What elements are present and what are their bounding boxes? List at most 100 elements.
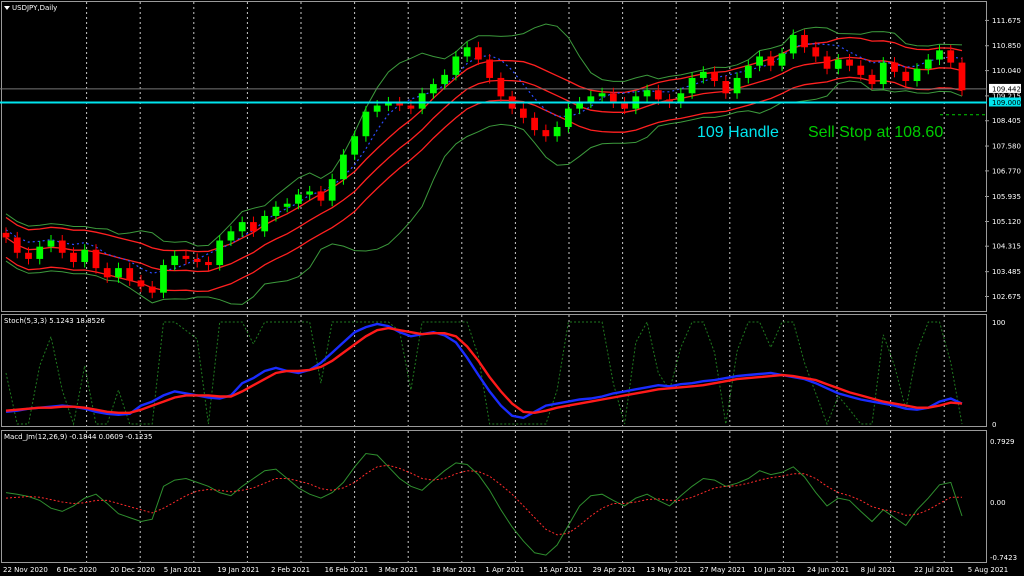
date-tick-label: 5 Aug 2021 <box>968 566 1008 574</box>
price-tick-label: 105.935 <box>992 193 1021 201</box>
candle-body <box>317 191 325 201</box>
candle-body <box>913 68 921 82</box>
macd-tick-label: -0.7423 <box>990 554 1017 562</box>
candle-body <box>553 127 561 137</box>
macd-tick-label: 0.7929 <box>990 438 1015 446</box>
date-tick-label: 20 Dec 2020 <box>110 566 155 574</box>
candle-body <box>340 154 347 180</box>
candle-body <box>744 65 752 78</box>
price-tick-label: 110.040 <box>992 67 1021 75</box>
candle-body <box>272 206 280 216</box>
candle-body <box>148 286 156 293</box>
stoch-title: Stoch(5,3,3) 5.1243 18.8526 <box>4 317 105 325</box>
candle-body <box>430 84 437 94</box>
date-tick-label: 10 Jun 2021 <box>753 566 795 574</box>
price-tick-label: 111.675 <box>992 17 1021 25</box>
candle-body <box>801 35 808 48</box>
candle-body <box>171 255 179 266</box>
level-price-label: 109.000 <box>992 99 1021 107</box>
current-price-label: 109.442 <box>992 85 1021 93</box>
candle-body <box>205 261 212 266</box>
date-tick-label: 16 Feb 2021 <box>325 566 369 574</box>
macd-title: Macd_Jm(12,26,9) -0.1844 0.0609 -0.1235 <box>4 433 152 441</box>
candle-body <box>475 47 482 60</box>
price-tick-label: 110.850 <box>992 42 1021 50</box>
date-tick-label: 8 Jul 2021 <box>861 566 896 574</box>
candle-body <box>103 268 111 278</box>
candle-body <box>947 50 955 63</box>
candle-body <box>519 108 527 118</box>
candle-body <box>193 258 201 262</box>
price-tick-label: 104.315 <box>992 243 1021 251</box>
date-tick-label: 3 Mar 2021 <box>378 566 418 574</box>
candle-body <box>47 240 55 247</box>
date-tick-label: 5 Jan 2021 <box>164 566 202 574</box>
candle-body <box>115 268 122 278</box>
main-title: USDJPY,Daily <box>12 4 57 12</box>
candle-body <box>463 47 471 57</box>
candle-body <box>902 71 910 82</box>
candle-body <box>564 108 572 128</box>
candle-body <box>643 90 651 97</box>
date-tick-label: 22 Nov 2020 <box>3 566 48 574</box>
candle-body <box>497 77 505 97</box>
candle-body <box>823 56 831 69</box>
price-tick-label: 106.770 <box>992 167 1021 175</box>
candle-body <box>542 130 550 137</box>
candle-body <box>711 71 718 82</box>
candle-body <box>351 136 359 155</box>
price-tick-label: 108.405 <box>992 117 1021 125</box>
stochastic-tick-label: 100 <box>992 319 1005 327</box>
candle-body <box>789 35 797 54</box>
date-tick-label: 29 Apr 2021 <box>593 566 636 574</box>
candle-body <box>70 252 77 262</box>
price-tick-label: 103.485 <box>992 268 1021 276</box>
candle-body <box>182 255 190 259</box>
stochastic-tick-label: 0 <box>992 421 996 429</box>
candle-body <box>25 252 32 259</box>
price-tick-label: 107.580 <box>992 143 1021 151</box>
candle-body <box>58 240 66 253</box>
candle-body <box>227 231 235 241</box>
candle-body <box>13 237 21 253</box>
candle-body <box>756 56 763 66</box>
candle-body <box>699 71 707 78</box>
macd-tick-label: 0.00 <box>990 499 1006 507</box>
candle-body <box>407 105 415 109</box>
chart-root: 102.675 103.485 104.315 105.120 105.935 106.7… <box>0 0 1024 576</box>
candle-body <box>677 93 685 103</box>
candle-body <box>846 59 853 66</box>
candle-body <box>688 77 696 94</box>
candle-body <box>778 53 786 66</box>
candle-body <box>306 191 314 195</box>
candle-body <box>598 93 606 97</box>
candle-body <box>81 249 89 262</box>
date-tick-label: 24 Jun 2021 <box>807 566 849 574</box>
candle-body <box>812 47 820 57</box>
candle-body <box>857 65 865 75</box>
date-tick-label: 13 May 2021 <box>646 566 692 574</box>
candle-body <box>834 59 842 69</box>
date-tick-label: 22 Jul 2021 <box>914 566 954 574</box>
candle-body <box>216 240 224 266</box>
candle-body <box>879 62 887 85</box>
candle-body <box>160 265 167 293</box>
candle-body <box>654 90 662 100</box>
price-tick-label: 105.120 <box>992 218 1021 226</box>
handle-annotation: 109 Handle <box>697 124 779 141</box>
candle-body <box>362 111 370 137</box>
candle-body <box>486 59 493 78</box>
candle-body <box>767 56 775 66</box>
candle-body <box>924 59 932 69</box>
date-tick-label: 2 Feb 2021 <box>271 566 310 574</box>
candle-body <box>2 232 10 238</box>
candle-body <box>531 117 538 131</box>
candle-body <box>452 56 460 75</box>
candle-body <box>936 50 943 60</box>
candle-body <box>328 179 336 201</box>
date-tick-label: 6 Dec 2020 <box>57 566 97 574</box>
candle-body <box>238 222 246 232</box>
candle-body <box>891 62 898 72</box>
date-tick-label: 27 May 2021 <box>700 566 746 574</box>
candle-body <box>418 93 426 109</box>
